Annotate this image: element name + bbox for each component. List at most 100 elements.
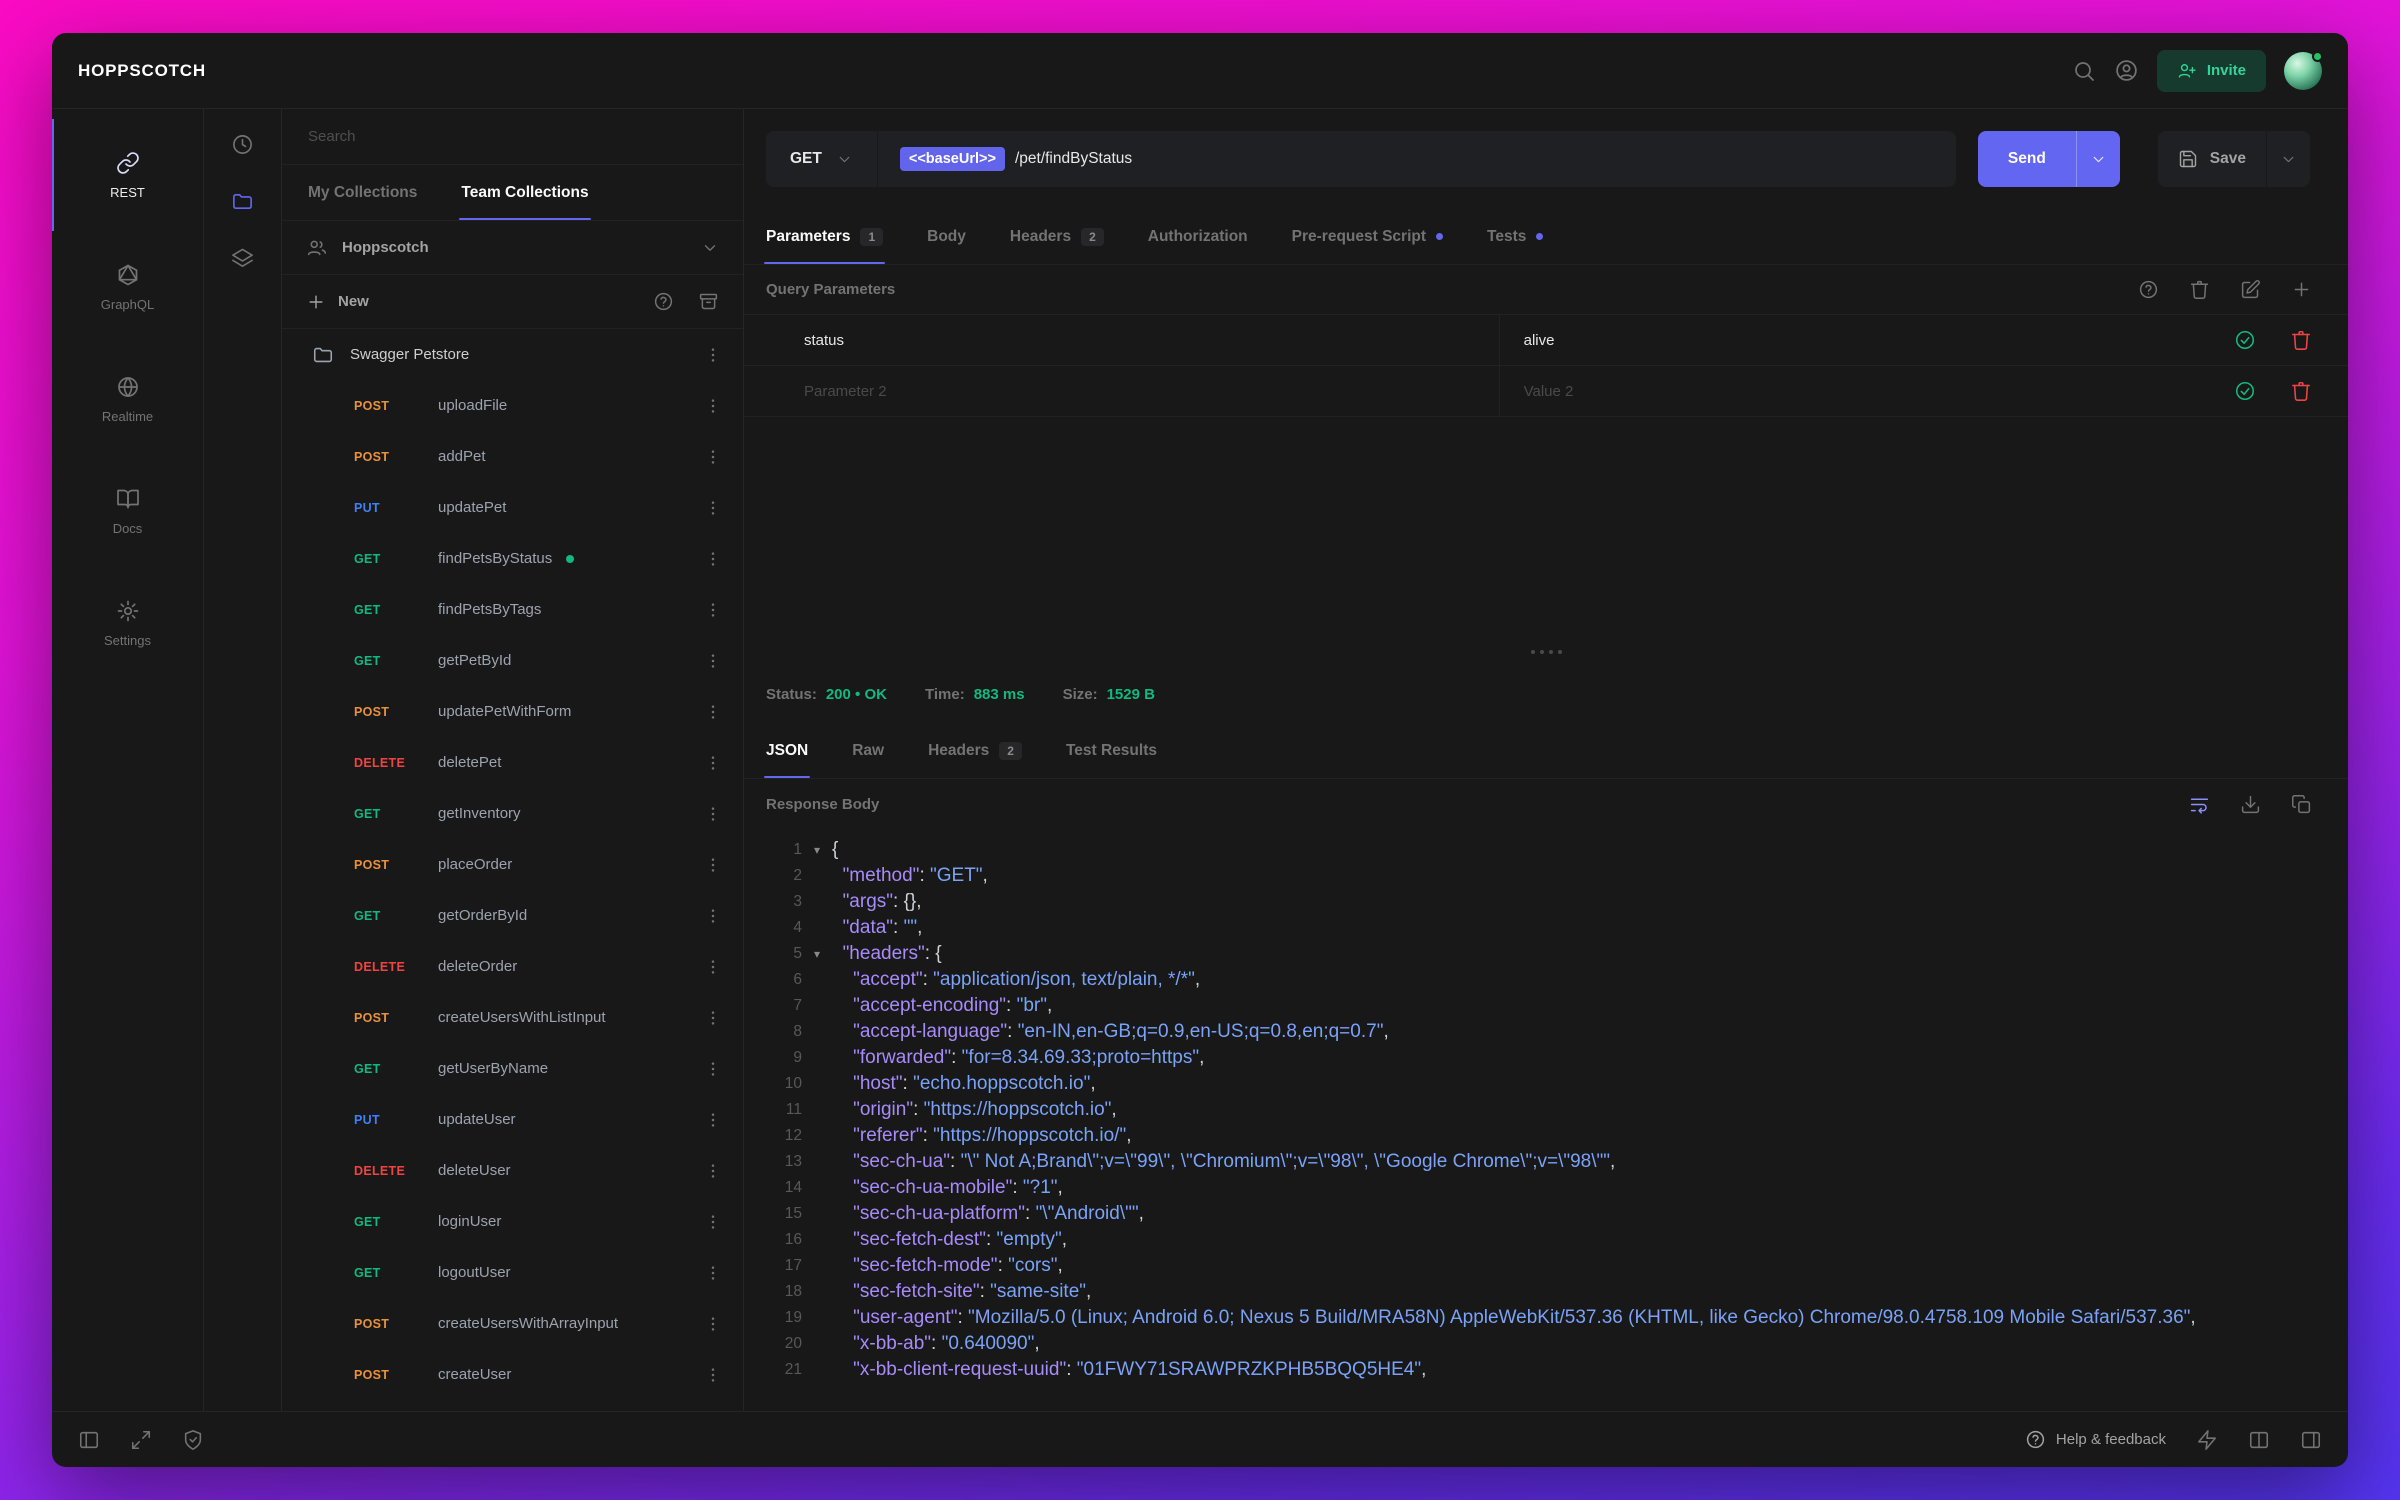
request-options-icon[interactable]	[703, 906, 723, 926]
request-options-icon[interactable]	[703, 1059, 723, 1079]
collection-folder[interactable]: Swagger Petstore	[282, 329, 743, 380]
collections-tab[interactable]: Team Collections	[439, 165, 610, 220]
collection-request[interactable]: PUT updatePet	[282, 482, 743, 533]
account-icon[interactable]	[2114, 58, 2139, 83]
request-options-icon[interactable]	[703, 600, 723, 620]
request-options-icon[interactable]	[703, 855, 723, 875]
response-body-code[interactable]: 1 ▾ { 2 "method": "GET", 3 "args": {}, 4…	[744, 829, 2348, 1411]
request-tab[interactable]: Tests	[1465, 209, 1565, 264]
request-tab[interactable]: Body	[905, 209, 988, 264]
response-tab[interactable]: Raw	[830, 723, 906, 778]
panel-left-toggle-icon[interactable]	[78, 1429, 100, 1451]
help-circle-icon[interactable]	[2138, 279, 2159, 300]
collection-request[interactable]: POST uploadFile	[282, 380, 743, 431]
help-feedback-button[interactable]: Help & feedback	[2025, 1429, 2166, 1450]
fold-arrow-icon[interactable]: ▾	[814, 843, 820, 857]
request-tab[interactable]: Parameters 1	[744, 209, 905, 264]
param-active-toggle[interactable]	[2234, 380, 2256, 402]
collection-request[interactable]: GET findPetsByStatus	[282, 533, 743, 584]
request-options-icon[interactable]	[703, 1110, 723, 1130]
request-options-icon[interactable]	[703, 1161, 723, 1181]
request-options-icon[interactable]	[703, 396, 723, 416]
collection-request[interactable]: GET getUserByName	[282, 1043, 743, 1094]
request-options-icon[interactable]	[703, 702, 723, 722]
avatar[interactable]	[2284, 50, 2323, 90]
request-options-icon[interactable]	[703, 753, 723, 773]
copy-icon[interactable]	[2291, 794, 2312, 815]
archive-icon[interactable]	[698, 291, 719, 312]
collection-request[interactable]: GET getOrderById	[282, 890, 743, 941]
collection-request[interactable]: GET findPetsByTags	[282, 584, 743, 635]
layers-icon[interactable]	[231, 247, 254, 270]
collection-request[interactable]: POST createUsersWithArrayInput	[282, 1298, 743, 1349]
send-options-chevron[interactable]	[2075, 131, 2120, 187]
team-selector[interactable]: Hoppscotch	[282, 221, 743, 275]
clear-all-trash-icon[interactable]	[2189, 279, 2210, 300]
sidebar-item-settings[interactable]: Settings	[52, 567, 203, 679]
url-input[interactable]: <<baseUrl>> /pet/findByStatus	[878, 131, 1956, 187]
history-clock-icon[interactable]	[231, 133, 254, 156]
invite-button[interactable]: Invite	[2156, 49, 2266, 92]
collection-request[interactable]: GET logoutUser	[282, 1247, 743, 1298]
collection-request[interactable]: POST createUsersWithListInput	[282, 992, 743, 1043]
request-tab[interactable]: Authorization	[1126, 209, 1270, 264]
plus-icon[interactable]	[306, 292, 326, 312]
columns-layout-icon[interactable]	[2248, 1429, 2270, 1451]
response-tab[interactable]: Test Results	[1044, 723, 1179, 778]
request-options-icon[interactable]	[703, 1365, 723, 1385]
param-delete-icon[interactable]	[2290, 329, 2312, 351]
zap-icon[interactable]	[2196, 1429, 2218, 1451]
param-key-input[interactable]: status	[744, 315, 1500, 365]
fold-arrow-icon[interactable]: ▾	[814, 947, 820, 961]
param-key-input[interactable]: Parameter 2	[744, 366, 1500, 416]
save-button[interactable]: Save	[2158, 131, 2266, 187]
param-active-toggle[interactable]	[2234, 329, 2256, 351]
collection-request[interactable]: GET loginUser	[282, 1196, 743, 1247]
request-options-icon[interactable]	[703, 804, 723, 824]
pane-resize-handle[interactable]	[744, 639, 2348, 665]
shield-check-icon[interactable]	[182, 1429, 204, 1451]
collection-request[interactable]: PUT updateUser	[282, 1094, 743, 1145]
sidebar-item-rest[interactable]: REST	[52, 119, 203, 231]
request-options-icon[interactable]	[703, 447, 723, 467]
search-input[interactable]	[308, 128, 717, 145]
response-tab[interactable]: Headers 2	[906, 723, 1044, 778]
sidebar-item-graphql[interactable]: GraphQL	[52, 231, 203, 343]
method-select[interactable]: GET	[766, 131, 878, 187]
param-delete-icon[interactable]	[2290, 380, 2312, 402]
request-options-icon[interactable]	[703, 1008, 723, 1028]
collection-request[interactable]: DELETE deleteOrder	[282, 941, 743, 992]
sidebar-item-realtime[interactable]: Realtime	[52, 343, 203, 455]
collection-request[interactable]: DELETE deleteUser	[282, 1145, 743, 1196]
param-value-input[interactable]: alive	[1500, 315, 2198, 365]
search-icon[interactable]	[2072, 59, 2096, 83]
collection-request[interactable]: GET getPetById	[282, 635, 743, 686]
collection-request[interactable]: POST updatePetWithForm	[282, 686, 743, 737]
send-button[interactable]: Send	[1978, 131, 2076, 187]
request-options-icon[interactable]	[703, 651, 723, 671]
collection-request[interactable]: DELETE deletePet	[282, 737, 743, 788]
edit-icon[interactable]	[2240, 279, 2261, 300]
save-options-chevron[interactable]	[2266, 131, 2310, 187]
wrap-lines-icon[interactable]	[2189, 794, 2210, 815]
param-value-input[interactable]: Value 2	[1500, 366, 2198, 416]
request-options-icon[interactable]	[703, 957, 723, 977]
help-circle-icon[interactable]	[653, 291, 674, 312]
collection-folder-partial[interactable]	[282, 1400, 743, 1411]
collections-tab[interactable]: My Collections	[286, 165, 439, 220]
collection-request[interactable]: POST placeOrder	[282, 839, 743, 890]
request-options-icon[interactable]	[703, 498, 723, 518]
request-tab[interactable]: Headers 2	[988, 209, 1126, 264]
collection-request[interactable]: POST createUser	[282, 1349, 743, 1400]
request-options-icon[interactable]	[703, 1314, 723, 1334]
request-options-icon[interactable]	[703, 1263, 723, 1283]
response-tab[interactable]: JSON	[744, 723, 830, 778]
new-collection-button[interactable]: New	[338, 293, 369, 310]
collection-request[interactable]: POST addPet	[282, 431, 743, 482]
download-icon[interactable]	[2240, 794, 2261, 815]
request-options-icon[interactable]	[703, 549, 723, 569]
collections-folder-icon[interactable]	[231, 190, 254, 213]
panel-right-toggle-icon[interactable]	[2300, 1429, 2322, 1451]
request-options-icon[interactable]	[703, 1212, 723, 1232]
sidebar-item-docs[interactable]: Docs	[52, 455, 203, 567]
